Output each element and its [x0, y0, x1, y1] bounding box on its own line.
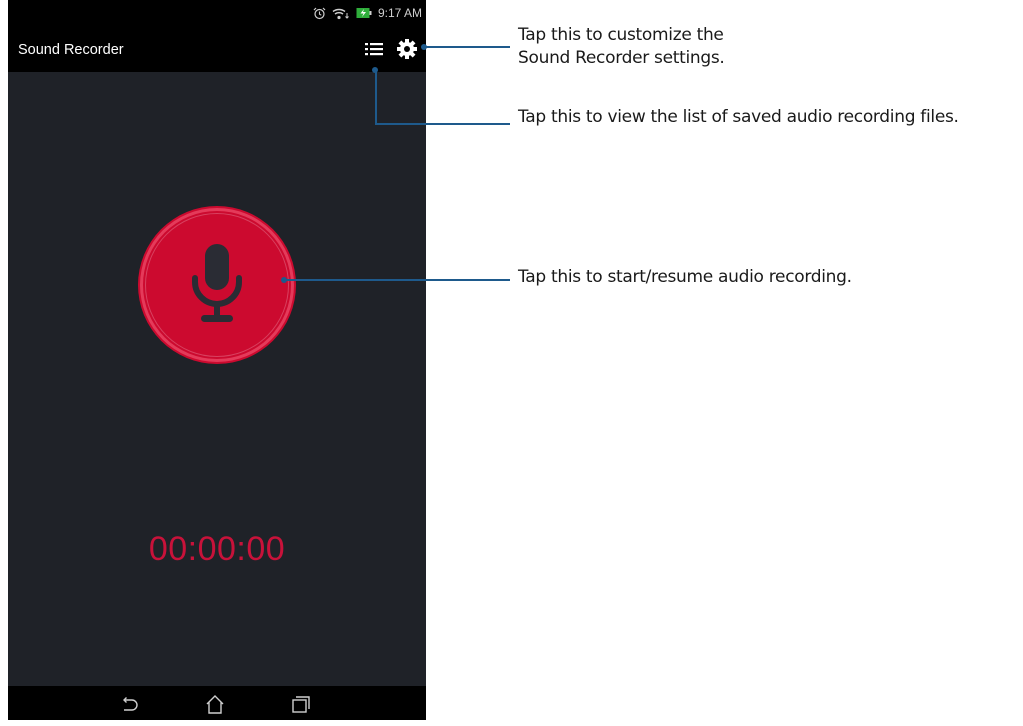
list-callout-text: Tap this to view the list of saved audio… [518, 107, 959, 127]
record-callout-text: Tap this to start/resume audio recording… [518, 267, 852, 287]
recording-timer: 00:00:00 [148, 530, 286, 568]
list-icon [365, 43, 383, 56]
recordings-list-button[interactable] [364, 39, 384, 59]
status-bar: 9:17 AM [8, 0, 426, 26]
settings-callout-line2: Sound Recorder settings. [518, 48, 725, 68]
recent-apps-icon [292, 696, 310, 713]
record-button[interactable] [140, 208, 294, 362]
settings-callout-text: Tap this to customize the Sound Recorder… [518, 24, 725, 70]
settings-button[interactable] [396, 38, 418, 60]
record-callout-line [284, 279, 510, 281]
recent-apps-button[interactable] [290, 693, 312, 715]
home-button[interactable] [204, 693, 226, 715]
microphone-icon [192, 244, 242, 322]
gear-icon [397, 39, 417, 59]
status-time: 9:17 AM [377, 6, 422, 20]
battery-charging-icon [356, 7, 372, 19]
phone-screen: 9:17 AM Sound Recorder 00:00:00 [8, 0, 426, 720]
app-bar: Sound Recorder [8, 26, 426, 72]
navigation-bar [8, 686, 426, 720]
home-icon [206, 695, 224, 714]
app-title: Sound Recorder [18, 42, 124, 58]
list-callout-vertical [375, 70, 377, 124]
alarm-icon [313, 7, 326, 20]
back-button[interactable] [118, 693, 140, 715]
wifi-icon [332, 7, 350, 20]
settings-callout-line1: Tap this to customize the [518, 25, 724, 45]
list-callout-line [375, 123, 510, 125]
back-icon [123, 697, 138, 711]
settings-callout-line [424, 46, 510, 48]
status-icons: 9:17 AM [313, 6, 422, 20]
